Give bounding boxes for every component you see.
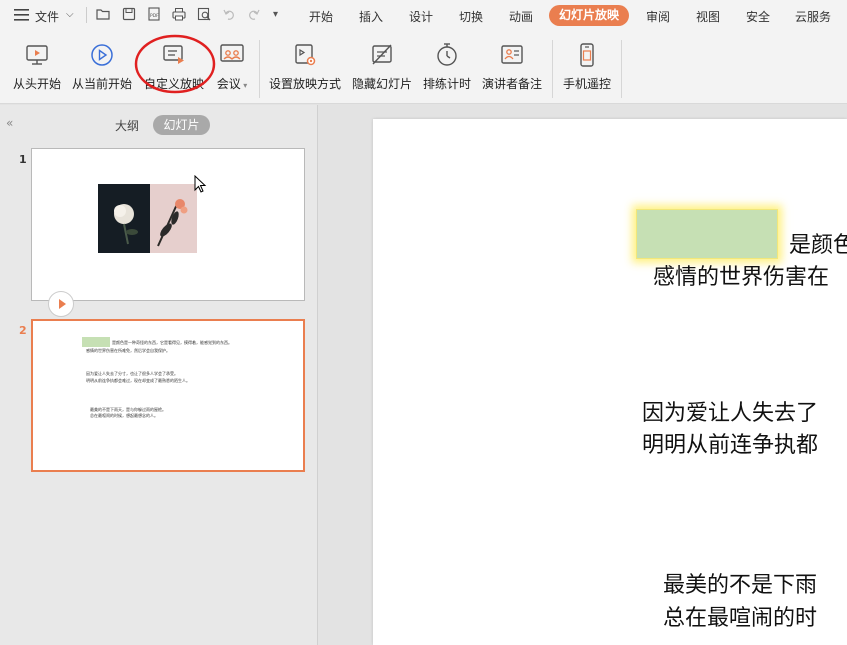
monitor-play-icon xyxy=(24,42,50,68)
play-from-current-label: 从当前开始 xyxy=(71,77,132,91)
slide-number: 2 xyxy=(19,324,27,337)
setup-show-label: 设置放映方式 xyxy=(268,77,341,91)
ribbon-toolbar: 从头开始 从当前开始 自定义放映 会议 ▾ 设置放映方式 隐藏幻灯片 排练计时 … xyxy=(0,32,847,104)
phone-remote-icon xyxy=(574,42,600,68)
thumb-text-line: 总在最喧闹的时候，想起最想念的人。 xyxy=(90,413,158,418)
phone-remote-label: 手机遥控 xyxy=(562,77,611,91)
slide-text-line[interactable]: 总在最喧闹的时 xyxy=(663,600,817,632)
annotation-circle xyxy=(134,34,216,94)
tab-security[interactable]: 安全 xyxy=(746,8,770,25)
divider xyxy=(86,7,87,23)
stopwatch-icon xyxy=(434,42,460,68)
slide-text-line[interactable]: 是颜色 xyxy=(789,227,847,259)
thumb-text-line: 是颜色是一种奇怪的东西，它是看得见，摸得着，能感觉到的东西。 xyxy=(112,340,232,345)
flower-image-dark xyxy=(98,184,150,253)
play-slide-icon[interactable] xyxy=(48,291,74,317)
collapse-panel-icon[interactable]: « xyxy=(6,116,13,130)
ribbon-separator xyxy=(259,40,260,98)
play-from-start-label: 从头开始 xyxy=(12,77,61,91)
slide-text-line[interactable]: 感情的世界伤害在 xyxy=(653,259,829,291)
play-from-start-button[interactable]: 从头开始 xyxy=(10,40,64,92)
highlight-box-mini xyxy=(82,337,110,347)
flower-image-pink xyxy=(150,184,197,253)
print-icon[interactable] xyxy=(172,7,186,21)
hamburger-icon[interactable] xyxy=(14,9,29,21)
tab-cloud-service[interactable]: 云服务 xyxy=(795,8,831,25)
meeting-dropdown-icon[interactable]: ▾ xyxy=(241,81,247,90)
phone-remote-button[interactable]: 手机遥控 xyxy=(560,40,614,92)
ribbon-separator xyxy=(621,40,622,98)
chevron-down-icon[interactable]: ⌵ xyxy=(66,9,74,20)
tab-outline[interactable]: 大纲 xyxy=(115,117,139,134)
hide-slide-label: 隐藏幻灯片 xyxy=(351,77,412,91)
slide-text-line[interactable]: 最美的不是下雨 xyxy=(663,567,817,599)
ribbon-separator xyxy=(552,40,553,98)
hide-slide-button[interactable]: 隐藏幻灯片 xyxy=(350,40,414,92)
tab-review[interactable]: 审阅 xyxy=(646,8,670,25)
play-from-current-button[interactable]: 从当前开始 xyxy=(69,40,135,92)
mouse-cursor-icon xyxy=(194,174,208,199)
slide-thumbnail-2[interactable]: 是颜色是一种奇怪的东西，它是看得见，摸得着，能感觉到的东西。 感情的世界伤害在所… xyxy=(31,319,305,472)
tab-transition[interactable]: 切换 xyxy=(459,8,483,25)
current-slide-canvas[interactable]: 是颜色 感情的世界伤害在 因为爱让人失去了 明明从前连争执都 最美的不是下雨 总… xyxy=(373,119,847,645)
redo-icon[interactable] xyxy=(247,7,261,21)
tab-view[interactable]: 视图 xyxy=(696,8,720,25)
speaker-notes-button[interactable]: 演讲者备注 xyxy=(479,40,545,92)
tab-start[interactable]: 开始 xyxy=(309,8,333,25)
setup-show-button[interactable]: 设置放映方式 xyxy=(266,40,344,92)
slide-text-line[interactable]: 因为爱让人失去了 xyxy=(642,395,818,427)
meeting-button[interactable]: 会议 ▾ xyxy=(212,40,252,92)
tab-animation[interactable]: 动画 xyxy=(509,8,533,25)
rehearse-timing-button[interactable]: 排练计时 xyxy=(420,40,474,92)
slide-number: 1 xyxy=(19,153,27,166)
slide-thumbnail-1[interactable] xyxy=(31,148,305,301)
export-pdf-icon[interactable]: PDF xyxy=(147,7,161,21)
thumb-text-line: 明明从前连争执都会难过，现在却变成了最熟悉的陌生人。 xyxy=(86,378,190,383)
meeting-label: 会议 ▾ xyxy=(216,77,248,91)
tab-slides[interactable]: 幻灯片 xyxy=(153,115,210,135)
thumb-text-line: 因为爱让人失去了分寸，也让了很多人学会了承受。 xyxy=(86,371,178,376)
open-folder-icon[interactable] xyxy=(96,7,110,21)
hide-slide-icon xyxy=(369,42,395,68)
svg-text:PDF: PDF xyxy=(150,13,159,19)
tab-design[interactable]: 设计 xyxy=(409,8,433,25)
meeting-icon xyxy=(219,42,245,68)
menu-bar: 文件 ⌵ PDF ▾ 开始 插入 设计 切换 动画 幻灯片放映 审阅 视图 安全… xyxy=(0,0,847,32)
circle-play-icon xyxy=(89,42,115,68)
speaker-notes-icon xyxy=(499,42,525,68)
file-menu[interactable]: 文件 xyxy=(35,8,59,25)
slide-text-line[interactable]: 明明从前连争执都 xyxy=(642,427,818,459)
setup-show-icon xyxy=(292,42,318,68)
highlight-box[interactable] xyxy=(636,209,778,259)
save-icon[interactable] xyxy=(122,7,136,21)
rehearse-timing-label: 排练计时 xyxy=(422,77,471,91)
slide-thumbnail-panel: « 大纲 幻灯片 1 2 是颜色是一种奇怪的东西，它是看得见，摸得着，能感觉到的… xyxy=(0,105,318,645)
speaker-notes-label: 演讲者备注 xyxy=(481,77,542,91)
undo-icon[interactable] xyxy=(222,7,236,21)
tab-slideshow[interactable]: 幻灯片放映 xyxy=(549,5,629,26)
customize-dropdown-icon[interactable]: ▾ xyxy=(273,9,287,23)
print-preview-icon[interactable] xyxy=(197,7,211,21)
tab-insert[interactable]: 插入 xyxy=(359,8,383,25)
thumb-text-line: 感情的世界伤害在所难免，然后学会自我保护。 xyxy=(86,348,170,353)
